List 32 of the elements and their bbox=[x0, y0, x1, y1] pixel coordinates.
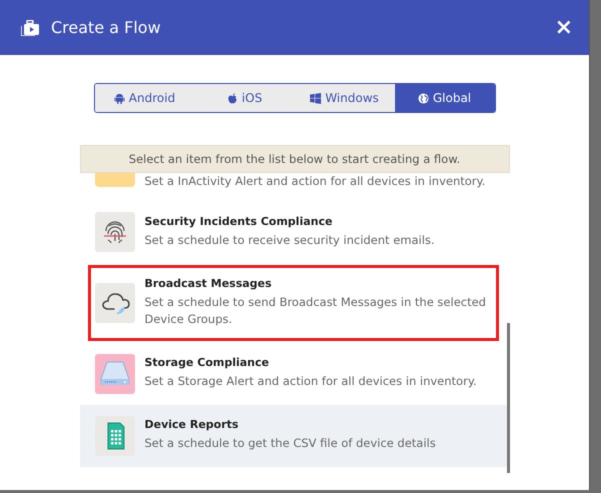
briefcase-play-icon bbox=[21, 20, 39, 36]
flow-title: Device Reports bbox=[144, 418, 240, 432]
flow-description: Set a schedule to get the CSV file of device details bbox=[144, 435, 436, 452]
windows-icon bbox=[310, 92, 322, 104]
window-title: Create a Flow bbox=[51, 18, 162, 37]
flow-description: Set a Storage Alert and action for all devices in inventory. bbox=[144, 373, 477, 390]
fingerprint-icon bbox=[94, 212, 134, 252]
platform-tab[interactable]: iOS bbox=[194, 84, 294, 112]
flow-title: Broadcast Messages bbox=[144, 277, 273, 290]
flow-list-item[interactable]: Storage Compliance Set a Storage Alert and action for all devices in inventory. bbox=[80, 342, 506, 404]
globe-icon bbox=[418, 92, 429, 104]
cloud-icon bbox=[94, 282, 134, 323]
platform-tab[interactable]: Global bbox=[394, 84, 494, 112]
close-button[interactable]: × bbox=[552, 16, 575, 38]
platform-tab[interactable]: Android bbox=[94, 84, 194, 112]
scrollbar-thumb[interactable] bbox=[506, 323, 510, 473]
flow-list-item[interactable]: Set a InActivity Alert and action for all devices in inventory. bbox=[80, 173, 506, 201]
flow-title: Security Incidents Compliance bbox=[144, 214, 334, 228]
flow-list-item[interactable]: Device Reports Set a schedule to get the CSV file of device details bbox=[80, 404, 506, 466]
hard-drive-icon bbox=[94, 354, 134, 394]
flow-list-item[interactable]: Security Incidents Compliance Set a schedule to receive security incident emails. bbox=[80, 201, 506, 263]
flow-description: Set a schedule to receive security incident emails. bbox=[144, 232, 435, 249]
platform-tab[interactable]: Windows bbox=[294, 84, 394, 112]
flow-list-item[interactable]: Broadcast Messages Set a schedule to send Broadcast Messages in the selected Device Groups. bbox=[88, 265, 498, 340]
inactivity-icon bbox=[94, 173, 134, 187]
flow-title: Storage Compliance bbox=[144, 356, 270, 370]
flow-description: Set a InActivity Alert and action for all devices in inventory. bbox=[144, 173, 486, 190]
flow-description: Set a schedule to send Broadcast Messages in the selected Device Groups. bbox=[144, 294, 487, 328]
info-banner: Select an item from the list below to start creating a flow. bbox=[80, 145, 510, 173]
spreadsheet-file-icon bbox=[94, 416, 134, 456]
android-icon bbox=[114, 92, 125, 104]
apple-icon bbox=[226, 92, 238, 104]
